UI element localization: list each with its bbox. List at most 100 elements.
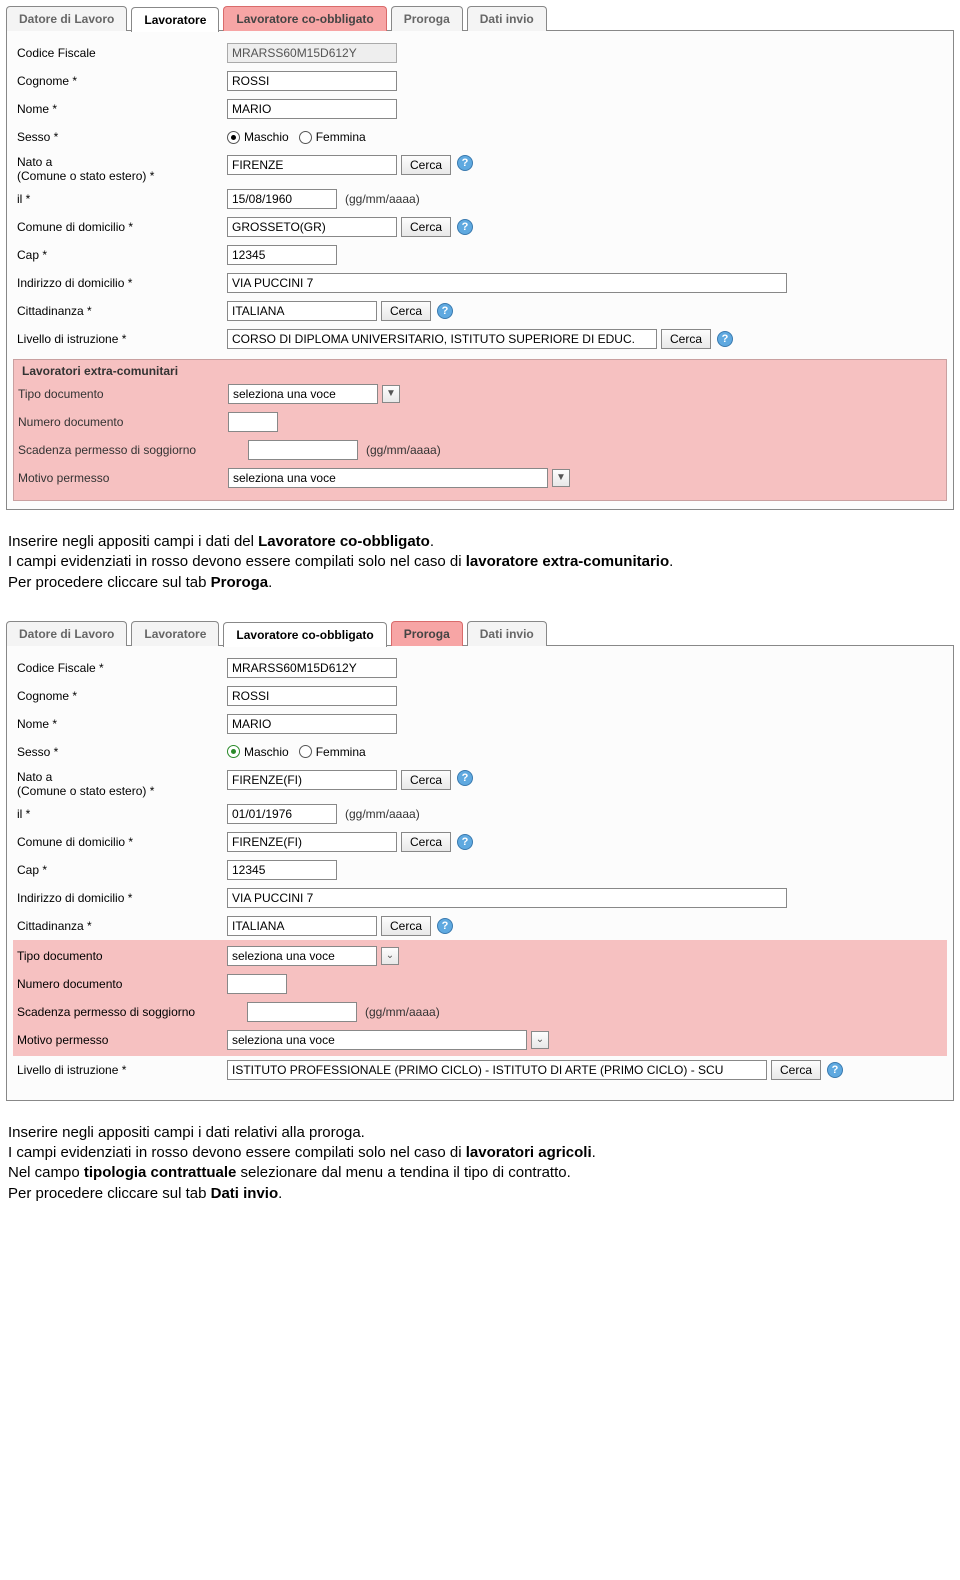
radio-femmina[interactable]	[299, 745, 312, 758]
help-icon[interactable]: ?	[437, 918, 453, 934]
label-cap: Cap *	[17, 248, 227, 262]
label-nato-a: Nato a (Comune o stato estero) *	[17, 770, 227, 798]
numero-documento-input[interactable]	[228, 412, 278, 432]
tab-coobbligato[interactable]: Lavoratore co-obbligato	[223, 622, 386, 647]
label-indirizzo: Indirizzo di domicilio *	[17, 276, 227, 290]
radio-femmina-label: Femmina	[316, 130, 366, 144]
chevron-down-icon: ▼	[552, 469, 570, 487]
nato-a-input[interactable]	[227, 770, 397, 790]
cognome-input[interactable]	[227, 686, 397, 706]
label-codice-fiscale: Codice Fiscale	[17, 46, 227, 60]
help-icon[interactable]: ?	[827, 1062, 843, 1078]
cap-input[interactable]	[227, 245, 337, 265]
help-icon[interactable]: ?	[717, 331, 733, 347]
nato-a-input[interactable]	[227, 155, 397, 175]
tab-coobbligato-highlighted[interactable]: Lavoratore co-obbligato	[223, 6, 386, 31]
date-hint: (gg/mm/aaaa)	[345, 192, 420, 206]
label-nome: Nome *	[17, 102, 227, 116]
instructions-2: Inserire negli appositi campi i dati rel…	[8, 1123, 952, 1204]
cerca-livello-button[interactable]: Cerca	[771, 1060, 821, 1080]
tab-lavoratore[interactable]: Lavoratore	[131, 621, 219, 646]
indirizzo-input[interactable]	[227, 888, 787, 908]
label-comune-domicilio: Comune di domicilio *	[17, 835, 227, 849]
label-il: il *	[17, 807, 227, 821]
cittadinanza-input[interactable]	[227, 916, 377, 936]
label-cap: Cap *	[17, 863, 227, 877]
tab-lavoratore[interactable]: Lavoratore	[131, 7, 219, 32]
label-numero-documento: Numero documento	[17, 977, 227, 991]
label-nome: Nome *	[17, 717, 227, 731]
help-icon[interactable]: ?	[457, 834, 473, 850]
radio-maschio[interactable]	[227, 745, 240, 758]
instructions-1: Inserire negli appositi campi i dati del…	[8, 532, 952, 593]
date-hint: (gg/mm/aaaa)	[366, 443, 441, 457]
radio-maschio-label: Maschio	[244, 745, 289, 759]
tab-dati-invio[interactable]: Dati invio	[467, 621, 547, 646]
tab-datore[interactable]: Datore di Lavoro	[6, 621, 127, 646]
extra-comunitari-group: Lavoratori extra-comunitari Tipo documen…	[13, 359, 947, 501]
label-scadenza-permesso: Scadenza permesso di soggiorno	[18, 443, 248, 457]
panel-coobbligato: Codice Fiscale * Cognome * Nome * Sesso …	[6, 645, 954, 1101]
cerca-comune-button[interactable]: Cerca	[401, 832, 451, 852]
indirizzo-input[interactable]	[227, 273, 787, 293]
numero-documento-input[interactable]	[227, 974, 287, 994]
label-cittadinanza: Cittadinanza *	[17, 919, 227, 933]
codice-fiscale-input[interactable]	[227, 658, 397, 678]
help-icon[interactable]: ?	[457, 155, 473, 171]
chevron-down-icon: ⌄	[381, 947, 399, 965]
livello-istruzione-input[interactable]	[227, 1060, 767, 1080]
cerca-comune-button[interactable]: Cerca	[401, 217, 451, 237]
help-icon[interactable]: ?	[457, 770, 473, 786]
codice-fiscale-input[interactable]	[227, 43, 397, 63]
il-input[interactable]	[227, 189, 337, 209]
panel-lavoratore: Codice Fiscale Cognome * Nome * Sesso * …	[6, 30, 954, 510]
livello-istruzione-input[interactable]	[227, 329, 657, 349]
motivo-permesso-value: seleziona una voce	[228, 468, 548, 488]
label-livello-istruzione: Livello di istruzione *	[17, 332, 227, 346]
cerca-cittadinanza-button[interactable]: Cerca	[381, 916, 431, 936]
cerca-nato-a-button[interactable]: Cerca	[401, 770, 451, 790]
tipo-documento-value: seleziona una voce	[227, 946, 377, 966]
label-motivo-permesso: Motivo permesso	[17, 1033, 227, 1047]
tab-dati-invio[interactable]: Dati invio	[467, 6, 547, 31]
radio-maschio-label: Maschio	[244, 130, 289, 144]
label-sesso: Sesso *	[17, 745, 227, 759]
label-cognome: Cognome *	[17, 689, 227, 703]
cognome-input[interactable]	[227, 71, 397, 91]
scadenza-permesso-input[interactable]	[248, 440, 358, 460]
cerca-nato-a-button[interactable]: Cerca	[401, 155, 451, 175]
tab-datore[interactable]: Datore di Lavoro	[6, 6, 127, 31]
tipo-documento-select[interactable]: seleziona una voce ▼	[228, 384, 400, 404]
tabs-2: Datore di Lavoro Lavoratore Lavoratore c…	[6, 621, 954, 646]
comune-domicilio-input[interactable]	[227, 217, 397, 237]
radio-maschio[interactable]	[227, 131, 240, 144]
cerca-livello-button[interactable]: Cerca	[661, 329, 711, 349]
motivo-permesso-value: seleziona una voce	[227, 1030, 527, 1050]
label-il: il *	[17, 192, 227, 206]
label-comune-domicilio: Comune di domicilio *	[17, 220, 227, 234]
tipo-documento-select[interactable]: seleziona una voce ⌄	[227, 946, 399, 966]
cerca-cittadinanza-button[interactable]: Cerca	[381, 301, 431, 321]
il-input[interactable]	[227, 804, 337, 824]
extra-comunitari-title: Lavoratori extra-comunitari	[14, 360, 946, 380]
tab-proroga-highlighted[interactable]: Proroga	[391, 621, 463, 646]
radio-femmina[interactable]	[299, 131, 312, 144]
label-numero-documento: Numero documento	[18, 415, 228, 429]
motivo-permesso-select[interactable]: seleziona una voce ▼	[228, 468, 570, 488]
cittadinanza-input[interactable]	[227, 301, 377, 321]
date-hint: (gg/mm/aaaa)	[345, 807, 420, 821]
help-icon[interactable]: ?	[437, 303, 453, 319]
comune-domicilio-input[interactable]	[227, 832, 397, 852]
cap-input[interactable]	[227, 860, 337, 880]
chevron-down-icon: ⌄	[531, 1031, 549, 1049]
tabs-1: Datore di Lavoro Lavoratore Lavoratore c…	[6, 6, 954, 31]
nome-input[interactable]	[227, 714, 397, 734]
motivo-permesso-select[interactable]: seleziona una voce ⌄	[227, 1030, 549, 1050]
label-scadenza-permesso: Scadenza permesso di soggiorno	[17, 1005, 247, 1019]
nome-input[interactable]	[227, 99, 397, 119]
scadenza-permesso-input[interactable]	[247, 1002, 357, 1022]
tab-proroga[interactable]: Proroga	[391, 6, 463, 31]
tipo-documento-value: seleziona una voce	[228, 384, 378, 404]
label-nato-a: Nato a (Comune o stato estero) *	[17, 155, 227, 183]
help-icon[interactable]: ?	[457, 219, 473, 235]
